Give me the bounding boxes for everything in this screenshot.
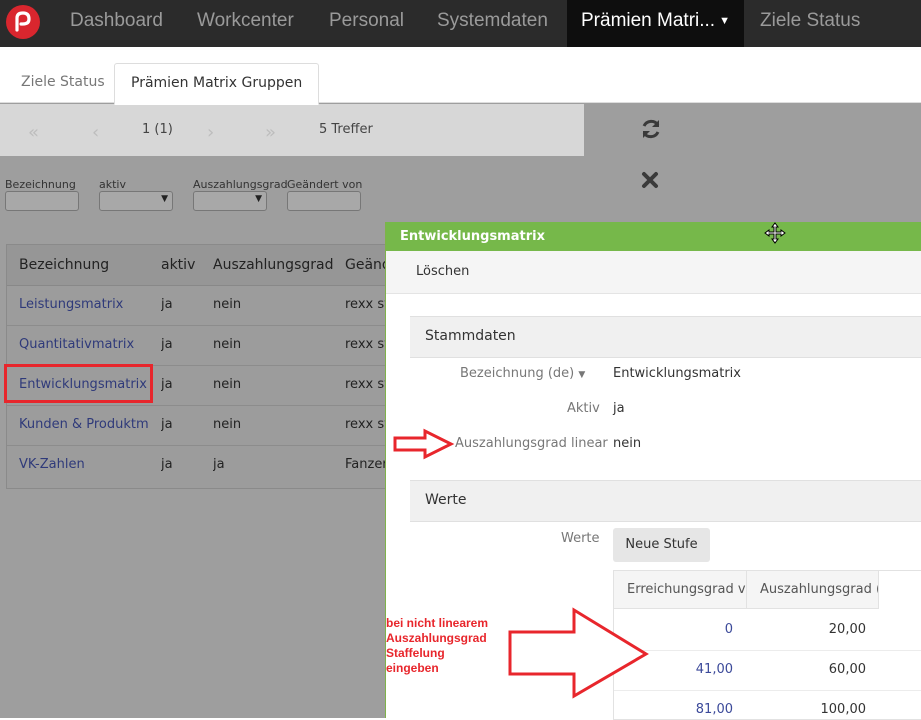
column-header-auszahlungsgrad[interactable]: Auszahlungsgrad (% xyxy=(747,571,879,609)
row-changed-by: rexx sy xyxy=(345,377,388,392)
column-header-auszahlungsgrad[interactable]: Auszahlungsgrad li xyxy=(213,257,337,273)
field-value-auszahlungsgrad-linear: nein xyxy=(613,436,642,451)
double-chevron-right-icon[interactable]: » xyxy=(265,122,276,143)
erreichungsgrad-value[interactable]: 0 xyxy=(725,622,733,637)
arrow-annotation-icon xyxy=(393,428,455,460)
table-header: Bezeichnung aktiv Auszahlungsgrad li Geä… xyxy=(7,245,387,286)
column-header-aktiv[interactable]: aktiv xyxy=(161,257,195,273)
nav-dashboard[interactable]: Dashboard xyxy=(70,0,163,47)
filter-label-aktiv: aktiv xyxy=(99,178,126,191)
row-linear: nein xyxy=(213,297,242,312)
app-logo-icon[interactable] xyxy=(6,5,40,39)
section-title: Stammdaten xyxy=(425,328,516,344)
delete-button[interactable]: Löschen xyxy=(416,264,469,279)
filter-label-geaendert-von: Geändert von xyxy=(287,178,363,191)
row-aktiv: ja xyxy=(161,417,173,432)
table-row[interactable]: Quantitativmatrix ja nein rexx sy xyxy=(7,325,387,366)
annotation-line: eingeben xyxy=(386,661,439,675)
result-count: 5 Treffer xyxy=(319,122,373,137)
filter-aktiv-select[interactable]: ▼ xyxy=(99,191,173,211)
column-header-geaendert[interactable]: Geänd xyxy=(345,257,387,273)
nav-workcenter[interactable]: Workcenter xyxy=(197,0,294,47)
caret-down-icon: ▼ xyxy=(578,370,586,380)
row-changed-by: rexx sy xyxy=(345,297,388,312)
annotation-line: Staffelung xyxy=(386,646,445,660)
top-navbar: Dashboard Workcenter Personal Systemdate… xyxy=(0,0,921,47)
row-linear: ja xyxy=(213,457,225,472)
field-value-aktiv: ja xyxy=(613,401,625,416)
big-arrow-annotation-icon xyxy=(508,607,649,699)
filter-label-bezeichnung: Bezeichnung xyxy=(5,178,76,191)
page-indicator: 1 (1) xyxy=(142,122,173,137)
row-changed-by: rexx sy xyxy=(345,417,388,432)
table-row[interactable]: 41,00 60,00 xyxy=(614,650,921,691)
new-level-button[interactable]: Neue Stufe xyxy=(613,528,710,562)
table-row[interactable]: 81,00 100,00 xyxy=(614,690,921,719)
dialog-title[interactable]: Entwicklungsmatrix xyxy=(386,222,921,251)
row-aktiv: ja xyxy=(161,337,173,352)
refresh-icon[interactable] xyxy=(639,117,663,147)
column-header-erreichungsgrad[interactable]: Erreichungsgrad vo xyxy=(614,571,747,609)
tab-praemien-matrix-gruppen[interactable]: Prämien Matrix Gruppen xyxy=(114,63,320,105)
close-icon[interactable] xyxy=(640,170,660,196)
nav-praemien-matrix[interactable]: Prämien Matri... ▼ xyxy=(567,0,744,47)
field-value-bezeichnung: Entwicklungsmatrix xyxy=(613,366,741,381)
erreichungsgrad-value[interactable]: 41,00 xyxy=(696,662,733,677)
field-label-aktiv: Aktiv xyxy=(567,401,600,416)
table-row[interactable]: VK-Zahlen ja ja Fanzer xyxy=(7,445,387,485)
filter-auszahlungsgrad-select[interactable]: ▼ xyxy=(193,191,267,211)
nav-praemien-matrix-label: Prämien Matri... xyxy=(581,10,716,32)
caret-down-icon: ▼ xyxy=(719,15,730,27)
row-aktiv: ja xyxy=(161,457,173,472)
row-aktiv: ja xyxy=(161,297,173,312)
auszahlungsgrad-value: 100,00 xyxy=(820,702,867,717)
highlight-box-annotation xyxy=(4,364,153,403)
section-header-stammdaten: Stammdaten xyxy=(410,316,921,358)
row-aktiv: ja xyxy=(161,377,173,392)
row-name-link[interactable]: Quantitativmatrix xyxy=(19,337,154,352)
table-row[interactable]: 0 20,00 xyxy=(614,610,921,651)
nav-personal[interactable]: Personal xyxy=(329,0,404,47)
chevron-right-icon[interactable]: › xyxy=(207,122,214,143)
dialog-toolbar: Löschen xyxy=(386,251,921,294)
auszahlungsgrad-value: 60,00 xyxy=(828,662,866,677)
chevron-left-icon[interactable]: ‹ xyxy=(92,122,99,143)
dropdown-arrow-icon: ▼ xyxy=(161,194,168,204)
row-changed-by: rexx sy xyxy=(345,337,388,352)
filter-geaendert-von-input[interactable] xyxy=(287,191,361,211)
field-label-werte: Werte xyxy=(561,531,600,546)
tab-ziele-status[interactable]: Ziele Status xyxy=(5,63,121,103)
dropdown-arrow-icon: ▼ xyxy=(255,194,262,204)
table-row[interactable]: Kunden & Produktma ja nein rexx sy xyxy=(7,405,387,446)
annotation-line: bei nicht linearem xyxy=(386,616,489,630)
row-linear: nein xyxy=(213,377,242,392)
levels-table: Erreichungsgrad vo Auszahlungsgrad (% 0 … xyxy=(613,570,921,720)
field-label-text: Bezeichnung (de) xyxy=(460,366,575,381)
table-row[interactable]: Leistungsmatrix ja nein rexx sy xyxy=(7,285,387,326)
annotation-line: Auszahlungsgrad xyxy=(386,631,487,645)
erreichungsgrad-value[interactable]: 81,00 xyxy=(696,702,733,717)
row-linear: nein xyxy=(213,417,242,432)
row-name-link[interactable]: Kunden & Produktma xyxy=(19,417,149,432)
column-header-bezeichnung[interactable]: Bezeichnung xyxy=(19,257,109,273)
double-chevron-left-icon[interactable]: « xyxy=(28,122,39,143)
auszahlungsgrad-value: 20,00 xyxy=(828,622,866,637)
pager: « ‹ 1 (1) › » 5 Treffer xyxy=(0,104,584,156)
row-name-link[interactable]: Leistungsmatrix xyxy=(19,297,154,312)
row-name-link[interactable]: VK-Zahlen xyxy=(19,457,154,472)
section-title: Werte xyxy=(425,492,467,508)
section-header-werte: Werte xyxy=(410,480,921,522)
move-cursor-icon xyxy=(764,222,786,244)
row-linear: nein xyxy=(213,337,242,352)
sub-tabs: Ziele Status Prämien Matrix Gruppen xyxy=(0,47,921,105)
nav-ziele-status[interactable]: Ziele Status xyxy=(760,0,860,47)
field-label-bezeichnung[interactable]: Bezeichnung (de) ▼ xyxy=(460,366,585,381)
nav-systemdaten[interactable]: Systemdaten xyxy=(437,0,548,47)
filter-bezeichnung-input[interactable] xyxy=(5,191,79,211)
row-changed-by: Fanzer xyxy=(345,457,388,472)
annotation-text: bei nicht linearem Auszahlungsgrad Staff… xyxy=(386,616,488,676)
field-label-auszahlungsgrad-linear: Auszahlungsgrad linear xyxy=(455,436,608,451)
